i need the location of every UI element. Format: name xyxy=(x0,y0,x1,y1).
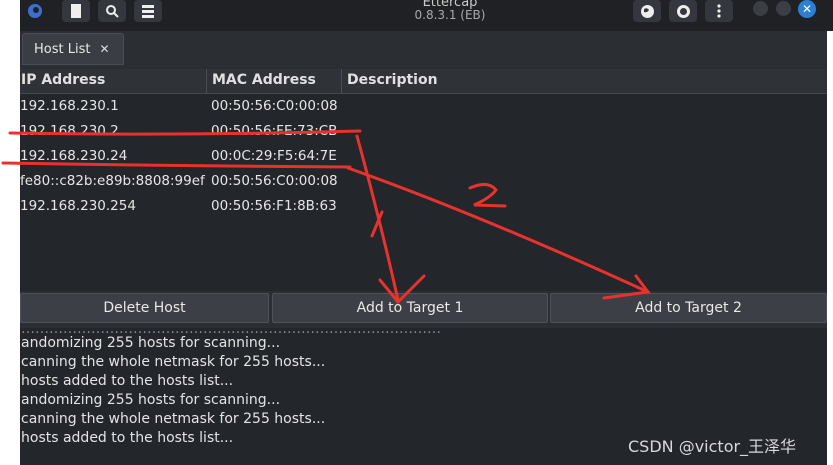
table-row[interactable]: 192.168.230.1 00:50:56:C0:00:08 xyxy=(20,94,827,119)
column-divider xyxy=(341,69,342,94)
ip-cell: 192.168.230.2 xyxy=(20,123,119,139)
record-icon xyxy=(676,4,690,18)
add-to-target2-button[interactable]: Add to Target 2 xyxy=(550,293,827,323)
hosts-list-button[interactable] xyxy=(134,0,162,22)
ettercap-logo-icon xyxy=(22,0,48,22)
more-vertical-icon xyxy=(717,4,721,18)
tab-host-list[interactable]: Host List ✕ xyxy=(22,33,124,65)
log-line: canning the whole netmask for 255 hosts.… xyxy=(21,411,326,427)
mac-cell: 00:50:56:F1:8B:63 xyxy=(211,198,337,214)
ip-cell: 192.168.230.254 xyxy=(20,198,136,214)
mac-cell: 00:50:56:C0:00:08 xyxy=(211,173,338,189)
hosts-list-icon xyxy=(142,5,154,18)
mac-cell: 00:0C:29:F5:64:7E xyxy=(211,148,337,164)
search-button[interactable] xyxy=(98,0,126,22)
tab-strip: Host List ✕ xyxy=(20,31,827,67)
column-divider xyxy=(206,69,207,94)
table-row[interactable]: fe80::c82b:e89b:8808:99ef 00:50:56:C0:00… xyxy=(20,169,827,194)
mac-cell: 00:50:56:FE:73:CB xyxy=(211,123,338,139)
ip-cell: 192.168.230.1 xyxy=(20,98,119,114)
globe-button[interactable] xyxy=(633,0,661,22)
tab-close-icon[interactable]: ✕ xyxy=(99,42,109,56)
menu-button[interactable] xyxy=(705,0,733,22)
close-window-button[interactable]: ✕ xyxy=(798,0,816,18)
log-line: hosts added to the hosts list... xyxy=(21,430,234,446)
table-row[interactable]: 192.168.230.24 00:0C:29:F5:64:7E xyxy=(20,144,827,169)
mac-cell: 00:50:56:C0:00:08 xyxy=(211,98,338,114)
ip-cell: fe80::c82b:e89b:8808:99ef xyxy=(20,173,205,189)
minimize-button[interactable] xyxy=(753,1,768,16)
file-button[interactable] xyxy=(62,0,90,22)
column-header-mac[interactable]: MAC Address xyxy=(212,69,316,94)
log-line: andomizing 255 hosts for scanning... xyxy=(21,392,281,408)
add-to-target1-button[interactable]: Add to Target 1 xyxy=(272,293,548,323)
csdn-watermark: CSDN @victor_王泽华 xyxy=(628,437,797,456)
maximize-button[interactable] xyxy=(776,1,791,16)
table-row[interactable]: 192.168.230.254 00:50:56:F1:8B:63 xyxy=(20,194,827,219)
delete-host-button[interactable]: Delete Host xyxy=(20,293,269,323)
hosts-table: IP Address MAC Address Description 192.1… xyxy=(20,69,827,291)
file-icon xyxy=(71,4,81,18)
tab-label: Host List xyxy=(34,41,91,57)
record-button[interactable] xyxy=(669,0,697,22)
column-header-description[interactable]: Description xyxy=(347,69,438,94)
table-row[interactable]: 192.168.230.2 00:50:56:FE:73:CB xyxy=(20,119,827,144)
column-header-ip[interactable]: IP Address xyxy=(21,69,105,94)
window-subtitle: 0.8.3.1 (EB) xyxy=(414,8,486,22)
close-icon: ✕ xyxy=(801,2,813,16)
log-line: andomizing 255 hosts for scanning... xyxy=(21,335,281,351)
log-line: hosts added to the hosts list... xyxy=(21,373,234,389)
table-header: IP Address MAC Address Description xyxy=(20,69,827,94)
globe-icon xyxy=(640,4,654,18)
window-edge xyxy=(827,31,833,465)
title-bar: Ettercap 0.8.3.1 (EB) ✕ xyxy=(20,0,833,31)
button-bar: Delete Host Add to Target 1 Add to Targe… xyxy=(20,293,827,323)
main-panel: Host List ✕ IP Address MAC Address Descr… xyxy=(20,31,827,328)
search-icon xyxy=(106,5,119,18)
log-line: canning the whole netmask for 255 hosts.… xyxy=(21,354,326,370)
ip-cell: 192.168.230.24 xyxy=(20,148,128,164)
